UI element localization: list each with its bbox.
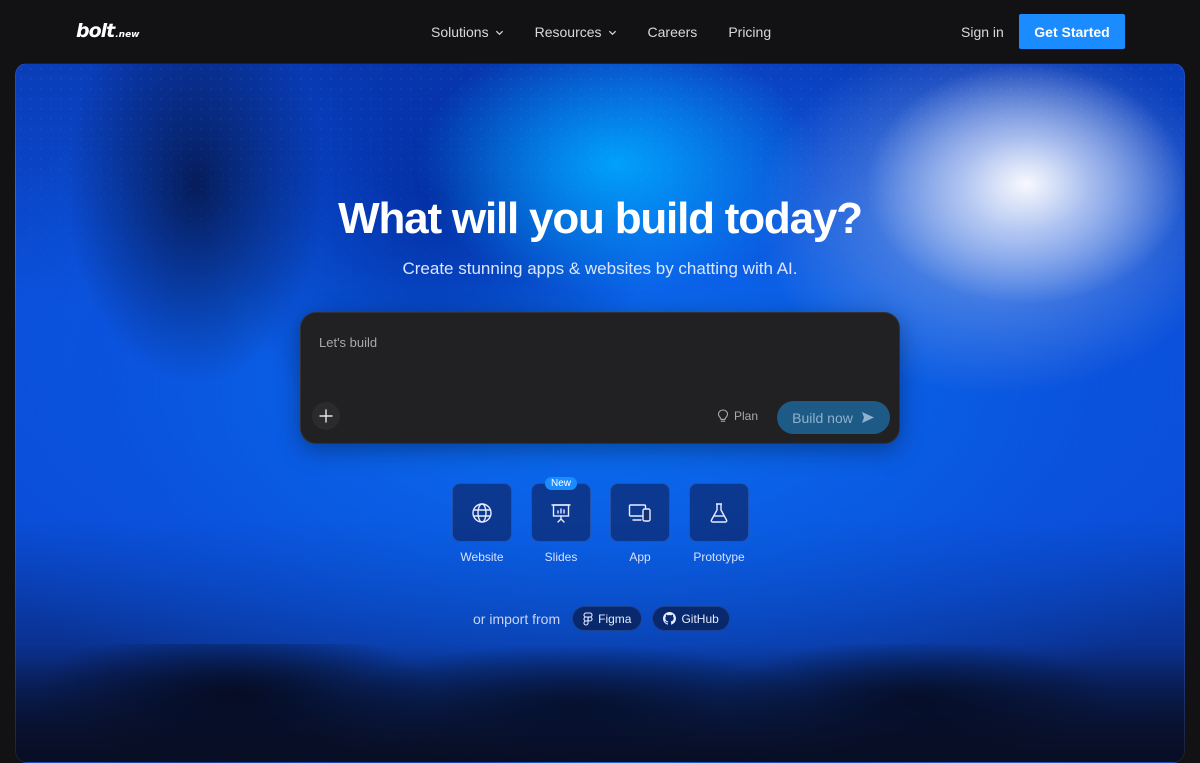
lightbulb-icon <box>717 409 729 422</box>
get-started-button[interactable]: Get Started <box>1019 14 1125 49</box>
tile-website[interactable]: Website <box>452 483 512 564</box>
prompt-input[interactable] <box>319 335 879 395</box>
logo-main-text: bolt <box>76 20 115 42</box>
devices-icon <box>628 503 651 522</box>
plan-label: Plan <box>734 409 759 423</box>
figma-icon <box>583 611 593 626</box>
import-github-button[interactable]: GitHub <box>652 606 730 631</box>
chevron-down-icon <box>495 30 503 35</box>
nav-pricing[interactable]: Pricing <box>728 24 771 40</box>
tile-prototype[interactable]: Prototype <box>689 483 749 564</box>
nav-solutions[interactable]: Solutions <box>431 24 504 40</box>
tile-slides-box <box>531 483 591 542</box>
tile-app-label: App <box>629 550 651 564</box>
prompt-box: Plan Build now <box>300 312 900 444</box>
tile-slides-label: Slides <box>544 550 578 564</box>
send-icon <box>861 412 874 423</box>
hero-subtitle: Create stunning apps & websites by chatt… <box>402 259 798 278</box>
top-nav: bolt .new Solutions Resources Careers Pr… <box>0 0 1200 64</box>
import-figma-button[interactable]: Figma <box>572 606 643 631</box>
new-badge: New <box>544 477 578 490</box>
import-row: or import from Figma GitHub <box>473 606 730 631</box>
hero-bottom-shade <box>16 644 1184 762</box>
tile-slides[interactable]: New Slides <box>531 477 591 564</box>
logo-sub-text: .new <box>115 30 140 40</box>
tile-prototype-label: Prototype <box>693 550 745 564</box>
tile-app-box <box>610 483 670 542</box>
tile-website-box <box>452 483 512 542</box>
nav-solutions-label: Solutions <box>431 24 489 40</box>
project-type-tiles: Website New Slides App Prototype <box>452 477 749 564</box>
hero-title: What will you build today? <box>338 194 863 243</box>
sign-in-link[interactable]: Sign in <box>961 24 1004 40</box>
globe-icon <box>472 502 492 523</box>
flask-icon <box>710 502 728 523</box>
build-now-label: Build now <box>792 409 853 426</box>
plan-button[interactable]: Plan <box>717 409 758 423</box>
github-label: GitHub <box>681 611 719 626</box>
nav-resources[interactable]: Resources <box>535 24 617 40</box>
build-now-button[interactable]: Build now <box>777 401 890 434</box>
chevron-down-icon <box>608 30 616 35</box>
bolt-logo[interactable]: bolt .new <box>76 20 140 42</box>
plus-icon <box>319 409 333 423</box>
tile-app[interactable]: App <box>610 483 670 564</box>
attach-button[interactable] <box>312 402 340 430</box>
presentation-icon <box>551 503 571 523</box>
tile-prototype-box <box>689 483 749 542</box>
nav-careers-label: Careers <box>647 24 698 40</box>
github-icon <box>663 612 677 625</box>
figma-label: Figma <box>598 611 632 626</box>
nav-careers[interactable]: Careers <box>648 24 698 40</box>
nav-resources-label: Resources <box>534 24 602 40</box>
tile-website-label: Website <box>460 550 504 564</box>
nav-pricing-label: Pricing <box>728 24 772 40</box>
nav-links: Solutions Resources Careers Pricing <box>431 24 771 40</box>
import-text: or import from <box>473 610 561 627</box>
